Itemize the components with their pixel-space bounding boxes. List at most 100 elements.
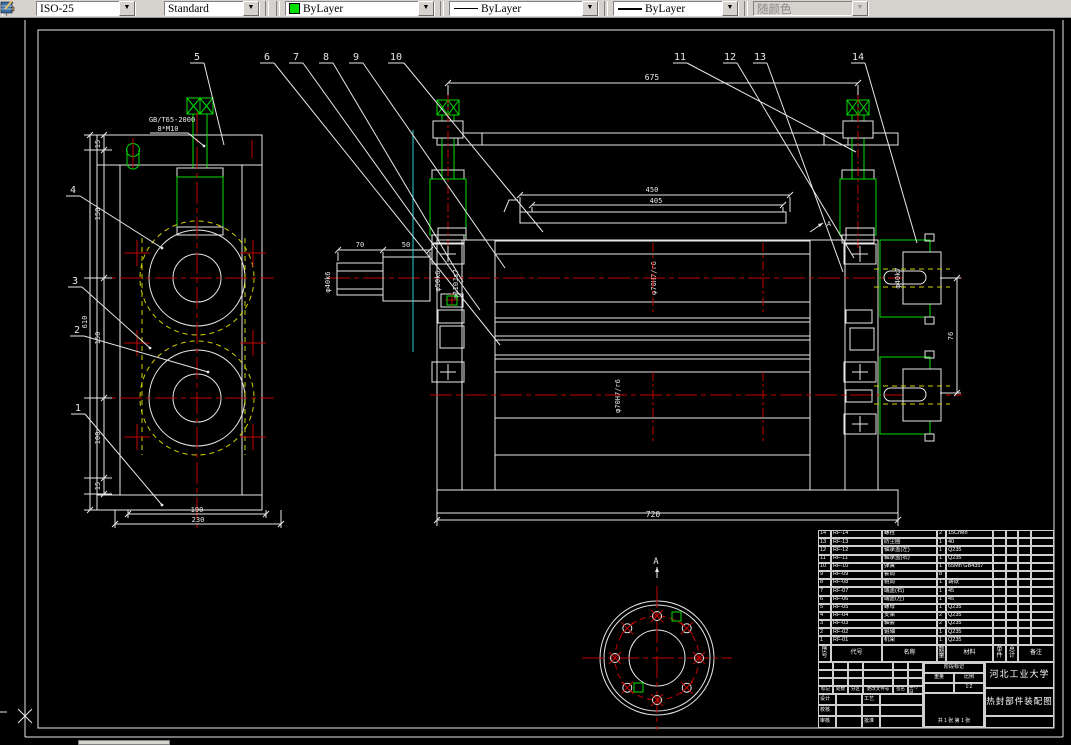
- surface-finish-icon: [504, 200, 518, 212]
- table-row: 13 RF-13 防尘圈 1 40: [818, 538, 1054, 547]
- gb-note-label: GB/T65-2000: [149, 116, 195, 124]
- stage-label: 阶段标记: [924, 662, 984, 673]
- svg-text:10: 10: [390, 52, 402, 63]
- title-block-empty-cell: [985, 715, 1054, 728]
- m10-note-label: 8*M10: [157, 125, 178, 133]
- dim-style-combo[interactable]: ISO-25 ▼: [36, 1, 136, 16]
- autocad-window: { "toolbar": { "dim_style": "ISO-25", "t…: [0, 0, 1071, 745]
- horizontal-scrollbar[interactable]: [0, 739, 1071, 745]
- dim-style-value: ISO-25: [40, 2, 74, 15]
- plot-style-value: 随颜色: [757, 3, 792, 16]
- scale-block: 阶段标记 重量 比例 1:2 共 1 张 第 1 张: [923, 661, 985, 728]
- toolbar-separator: [276, 1, 280, 16]
- toolbar-separator: [604, 1, 608, 16]
- linetype-glyph: [454, 8, 478, 9]
- linetype-dropdown-arrow[interactable]: ▼: [582, 1, 598, 16]
- dim-405: 405: [650, 197, 663, 205]
- dim-50: 50: [402, 241, 410, 249]
- lineweight-value: ByLayer: [645, 2, 686, 15]
- spring-front: [177, 177, 223, 227]
- color-dropdown-arrow[interactable]: ▼: [418, 1, 434, 16]
- front-bottom-dims: 190 230: [112, 506, 284, 528]
- svg-text:2: 2: [74, 325, 80, 336]
- balloon-4: 4: [66, 185, 164, 250]
- parts-rows: 14 RF-14 螺栓 2 15CrMo 13 RF-13 防尘圈 1 40 12 RF-12 轴承盖(…: [818, 530, 1054, 645]
- dim-phi40k6: φ40k6: [324, 271, 332, 292]
- dim-190: 190: [191, 506, 204, 514]
- balloon-1: 1: [71, 403, 164, 507]
- table-row: 2 RF-02 辊轴 1 Q235: [818, 628, 1054, 637]
- dim-style-dropdown-arrow[interactable]: ▼: [119, 1, 135, 16]
- balloon-6: 6: [260, 52, 500, 345]
- color-combo[interactable]: ByLayer ▼: [285, 1, 435, 16]
- table-row: 5 RF-05 螺母 1 Q235: [818, 603, 1054, 612]
- svg-text:5: 5: [194, 52, 200, 63]
- section-arrow-label: A: [827, 220, 832, 228]
- properties-toolbar: ISO-25 ▼ Standard ▼ ByLayer ▼ ByLayer ▼ …: [0, 0, 1071, 18]
- title-block-lower: 标记 处数 分区 更改文件号 签名 年月日 设计 工艺 校核 审核 批准 阶段标…: [818, 661, 1054, 728]
- linetype-value: ByLayer: [481, 2, 522, 15]
- svg-text:13: 13: [754, 52, 766, 63]
- table-row: 7 RF-07 端盖(右) 1 45: [818, 587, 1054, 596]
- table-row: 12 RF-12 轴承盖(左) 1 Q235: [818, 546, 1054, 555]
- drawing-title: 热封部件装配图: [985, 687, 1054, 716]
- text-style-combo[interactable]: Standard ▼: [164, 1, 260, 16]
- balloon-13: 13: [753, 52, 843, 272]
- weight-label: 重量: [924, 672, 954, 683]
- balloon-11: 11: [673, 52, 856, 152]
- text-style-value: Standard: [168, 2, 209, 15]
- toolbar-separator: [440, 1, 444, 16]
- scrollbar-thumb[interactable]: [78, 740, 170, 745]
- plot-style-dropdown-arrow: ▼: [852, 1, 868, 16]
- dim-100: 100: [94, 432, 102, 445]
- color-swatch: [289, 3, 300, 14]
- table-row: 9 RF-09 套筒 8: [818, 570, 1054, 580]
- text-style-dropdown-arrow[interactable]: ▼: [243, 1, 259, 16]
- lineweight-dropdown-arrow[interactable]: ▼: [722, 1, 738, 16]
- svg-text:1: 1: [75, 403, 81, 414]
- color-value: ByLayer: [303, 2, 344, 15]
- table-row: 1 RF-01 机架 1 Q235: [818, 636, 1054, 645]
- dim-230: 230: [192, 516, 205, 524]
- dim-70: 70: [356, 241, 364, 249]
- dim-610: 610: [81, 316, 89, 329]
- svg-text:7: 7: [293, 52, 299, 63]
- section-a-view: A: [582, 557, 732, 730]
- text-style-icon[interactable]: [139, 0, 161, 17]
- table-row: 4 RF-04 支架 2 Q235: [818, 611, 1054, 621]
- table-row: 10 RF-10 弹簧 1 65Mn GB4357: [818, 562, 1054, 571]
- svg-text:8: 8: [323, 52, 329, 63]
- scale-label: 比例: [954, 672, 984, 683]
- toolbar-separator: [744, 1, 748, 16]
- inner-plate-dims: 450 405: [504, 186, 793, 223]
- toolbar-separator: [265, 1, 269, 16]
- dim-720: 720: [646, 510, 661, 519]
- parts-header: 序号 代号 名称 数量 材料 单件 总计 备注: [818, 644, 1054, 662]
- svg-text:9: 9: [353, 52, 359, 63]
- linetype-combo[interactable]: ByLayer ▼: [449, 1, 599, 16]
- dim-675: 675: [645, 73, 660, 82]
- lineweight-glyph: [618, 7, 642, 10]
- svg-text:6: 6: [264, 52, 270, 63]
- section-arrow: A: [810, 220, 832, 232]
- dim-15-top: 15: [94, 140, 102, 148]
- table-row: 8 RF-08 辊筒 1 铸铁: [818, 579, 1054, 588]
- table-row: 11 RF-11 轴承盖(右) 1 Q235: [818, 554, 1054, 563]
- front-centerlines: [85, 112, 274, 532]
- sheet-note: 共 1 张 第 1 张: [924, 692, 984, 727]
- dim-phi70-bottom: φ70H7/r6: [614, 379, 622, 413]
- table-row: 3 RF-03 轴套 2 Q235: [818, 620, 1054, 629]
- dim-phi40k7: φ40k7: [894, 267, 902, 288]
- title-block: 14 RF-14 螺栓 2 15CrMo 13 RF-13 防尘圈 1 40 12 RF-12 轴承盖(…: [818, 530, 1054, 728]
- front-view: 15 150 150 100 15 610 190 230 GB/T65-200…: [81, 98, 284, 532]
- dim-150-b: 150: [94, 332, 102, 345]
- svg-text:14: 14: [852, 52, 864, 63]
- balloon-2: 2: [70, 325, 210, 374]
- dim-15-bottom: 15: [94, 482, 102, 490]
- lineweight-combo[interactable]: ByLayer ▼: [613, 1, 739, 16]
- dim-phi50k6: φ50k6: [434, 270, 442, 291]
- svg-text:11: 11: [674, 52, 686, 63]
- table-row: 14 RF-14 螺栓 2 15CrMo: [818, 530, 1054, 539]
- main-section-view: 675 φ70H7/r6 φ70H7/r6 720 450 405 A 70 5…: [324, 73, 962, 526]
- output-couplings: φ40k7 76: [874, 234, 961, 441]
